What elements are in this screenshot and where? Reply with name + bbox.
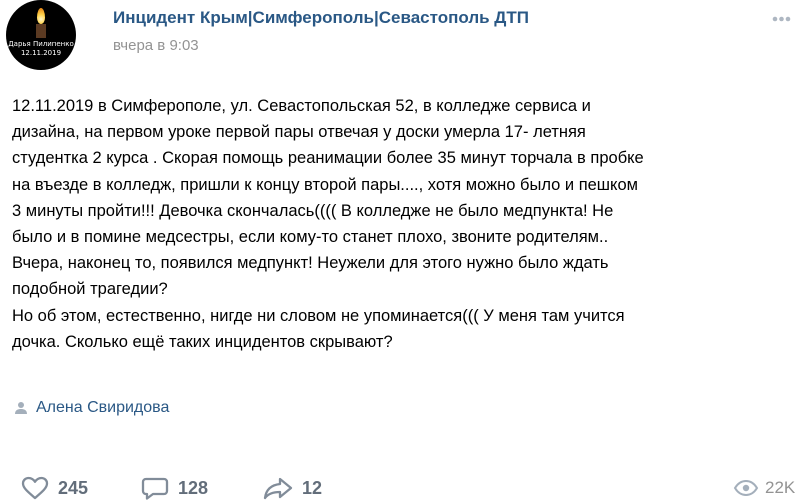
share-arrow-icon [263, 477, 293, 500]
post-time[interactable]: вчера в 9:03 [113, 37, 199, 54]
author-name[interactable]: Алена Свиридова [36, 399, 169, 417]
share-button[interactable]: 12 [262, 476, 322, 500]
avatar-caption-name: Дарья Пилипенко [8, 40, 74, 48]
like-count: 245 [58, 477, 89, 498]
group-name-link[interactable]: Инцидент Крым|Симферополь|Севастополь ДТ… [113, 8, 529, 28]
post-text-line: дочка. Сколько ещё таких инцидентов скры… [12, 332, 393, 351]
post-text-line: на въезде в колледж, пришли к концу втор… [12, 175, 638, 194]
wall-post: Дарья Пилипенко 12.11.2019 Инцидент Крым… [0, 0, 800, 500]
post-text-line: Вчера, наконец то, появился медпункт! Не… [12, 254, 609, 273]
post-text-line: 12.11.2019 в Симферополе, ул. Севастопол… [12, 97, 591, 115]
heart-icon [21, 476, 49, 500]
more-options-icon[interactable] [766, 9, 796, 29]
post-text-line: дизайна, на первом уроке первой пары отв… [12, 123, 586, 142]
comment-count: 128 [178, 477, 209, 498]
post-text-line: студентка 2 курса . Скорая помощь реаним… [12, 149, 644, 168]
post-text-line: 3 минуты пройти!!! Девочка скончалась(((… [12, 201, 614, 220]
avatar-caption-date: 12.11.2019 [20, 49, 62, 57]
candle-icon [36, 24, 46, 38]
person-icon [15, 402, 27, 414]
views-count: 22K [765, 478, 796, 497]
post-text-line: подобной трагедии? [12, 280, 168, 299]
post-actions-bar: 245 128 12 22K [0, 476, 800, 500]
group-avatar[interactable]: Дарья Пилипенко 12.11.2019 [6, 0, 76, 70]
post-author[interactable]: Алена Свиридова [14, 397, 169, 419]
candle-flame-icon [37, 8, 45, 24]
comment-button[interactable]: 128 [140, 476, 208, 500]
post-text: 12.11.2019 в Симферополе, ул. Севастопол… [12, 93, 787, 355]
eye-icon [733, 479, 759, 497]
post-text-line: было и в помине медсестры, если кому-то … [12, 228, 609, 247]
comment-icon [141, 477, 169, 500]
share-count: 12 [302, 477, 323, 498]
views-counter: 22K [733, 476, 795, 500]
like-button[interactable]: 245 [20, 476, 88, 500]
post-text-line: Но об этом, естественно, нигде ни словом… [12, 306, 625, 325]
